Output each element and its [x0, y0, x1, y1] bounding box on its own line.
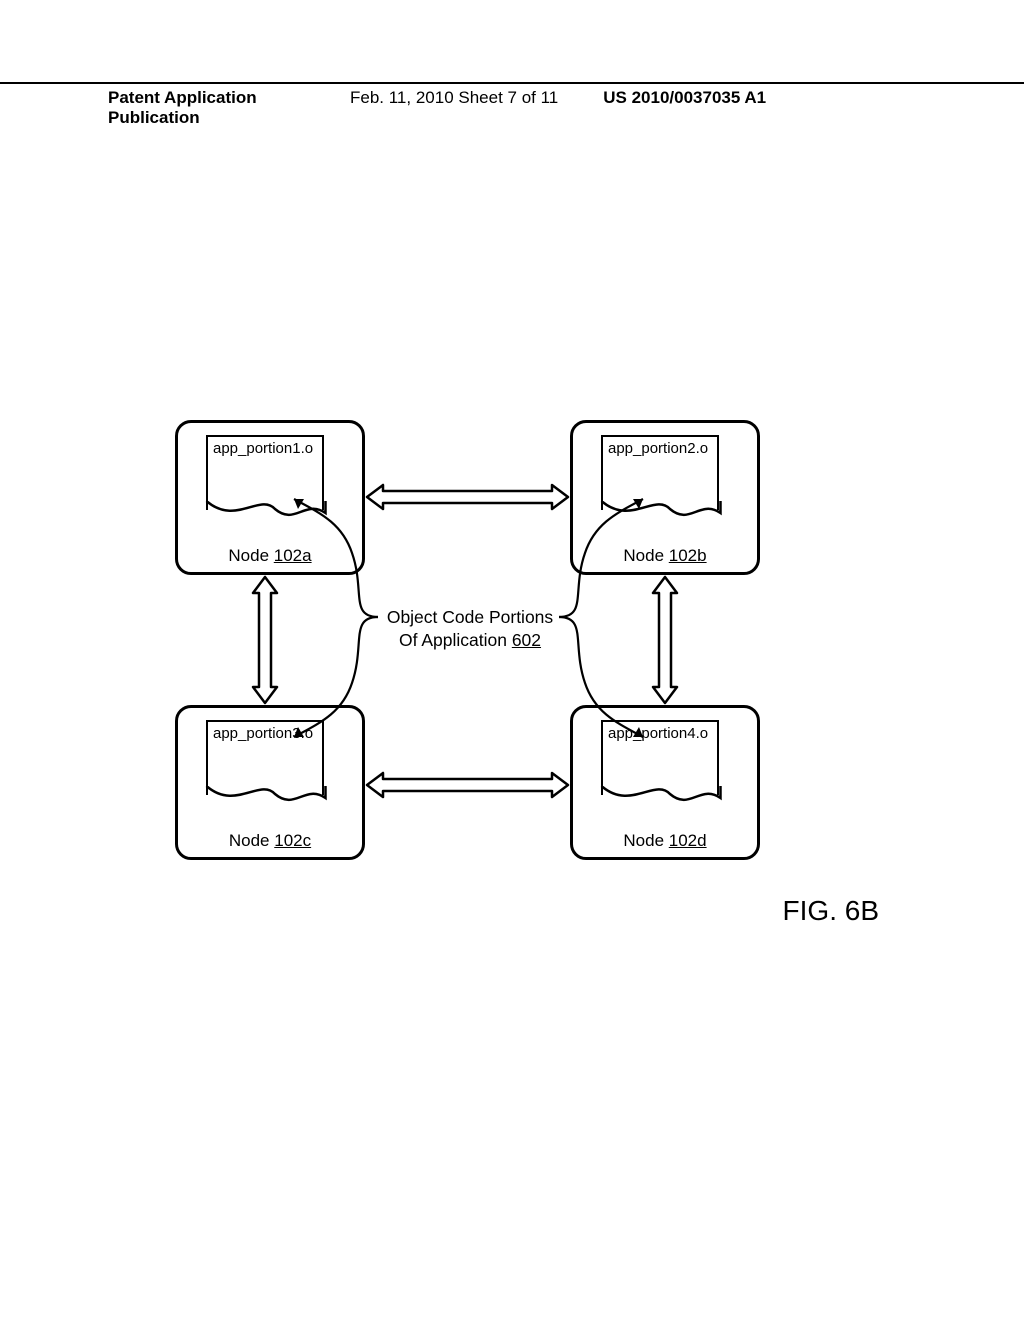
bidirectional-arrow-icon — [365, 770, 570, 800]
document-torn-edge-icon — [205, 786, 327, 811]
node-label: Node 102c — [178, 831, 362, 851]
node-label: Node 102d — [573, 831, 757, 851]
file-name: app_portion2.o — [608, 440, 708, 457]
bidirectional-arrow-icon — [650, 575, 680, 705]
brace-connector-icon — [547, 495, 647, 740]
page-header: Patent Application Publication Feb. 11, … — [0, 82, 1024, 128]
file-name: app_portion1.o — [213, 440, 313, 457]
header-date-sheet: Feb. 11, 2010 Sheet 7 of 11 — [320, 88, 558, 128]
bidirectional-arrow-icon — [250, 575, 280, 705]
figure-caption: FIG. 6B — [783, 895, 879, 927]
bidirectional-arrow-icon — [365, 482, 570, 512]
document-torn-edge-icon — [600, 786, 722, 811]
brace-connector-icon — [290, 495, 390, 740]
header-publication-number: US 2010/0037035 A1 — [558, 88, 766, 128]
center-annotation: Object Code Portions Of Application 602 — [370, 606, 570, 652]
figure-diagram: app_portion1.o Node 102a app_portion2.o … — [175, 420, 815, 880]
header-publication-type: Patent Application Publication — [0, 88, 320, 128]
